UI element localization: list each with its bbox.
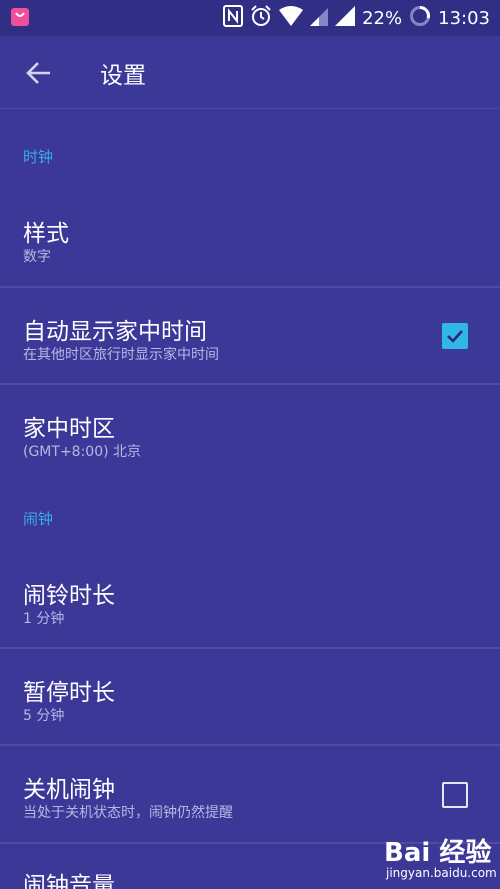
setting-snooze-duration[interactable]: 暂停时长 5 分钟: [0, 649, 500, 745]
power-off-alarm-checkbox[interactable]: [442, 782, 468, 808]
battery-percent: 22%: [362, 7, 403, 29]
setting-style[interactable]: 样式 数字: [0, 190, 500, 286]
signal-icon: [335, 6, 356, 30]
check-icon: [447, 330, 463, 343]
toolbar: 设置: [0, 36, 500, 109]
section-header-clock: 时钟: [23, 148, 54, 166]
setting-title: 家中时区: [23, 416, 115, 442]
setting-home-timezone[interactable]: 家中时区 (GMT+8:00) 北京: [0, 385, 500, 481]
home-time-checkbox[interactable]: [442, 323, 468, 349]
setting-subtitle: 5 分钟: [23, 708, 65, 724]
nfc-icon: [223, 5, 244, 31]
setting-title: 关机闹钟: [23, 777, 115, 803]
clock-time: 13:03: [438, 7, 490, 29]
wifi-icon: [279, 6, 304, 30]
setting-ring-duration[interactable]: 闹铃时长 1 分钟: [0, 552, 500, 648]
page-title: 设置: [100, 63, 146, 89]
setting-title: 闹钟音量: [23, 873, 115, 889]
shopping-bag-icon: [10, 7, 30, 31]
setting-home-time[interactable]: 自动显示家中时间 在其他时区旅行时显示家中时间: [0, 288, 500, 384]
section-header-alarm: 闹钟: [23, 510, 54, 528]
back-arrow-icon[interactable]: [24, 58, 54, 88]
setting-title: 闹铃时长: [23, 583, 115, 609]
signal-weak-icon: [310, 6, 329, 30]
setting-subtitle: 在其他时区旅行时显示家中时间: [23, 347, 219, 363]
setting-title: 自动显示家中时间: [23, 319, 207, 345]
alarm-clock-icon: [250, 5, 272, 31]
setting-subtitle: 1 分钟: [23, 611, 65, 627]
baidu-watermark: Bai 经验 jingyan.baidu.com: [384, 832, 497, 884]
watermark-logo: Bai 经验: [384, 838, 492, 868]
setting-subtitle: 当处于关机状态时，闹钟仍然提醒: [23, 805, 233, 821]
setting-subtitle: 数字: [23, 249, 51, 265]
battery-icon: [409, 5, 431, 31]
setting-power-off-alarm[interactable]: 关机闹钟 当处于关机状态时，闹钟仍然提醒: [0, 746, 500, 842]
setting-title: 暂停时长: [23, 680, 115, 706]
watermark-url: jingyan.baidu.com: [386, 866, 497, 880]
status-bar: 22% 13:03: [0, 0, 500, 36]
setting-title: 样式: [23, 221, 69, 247]
setting-subtitle: (GMT+8:00) 北京: [23, 444, 142, 460]
